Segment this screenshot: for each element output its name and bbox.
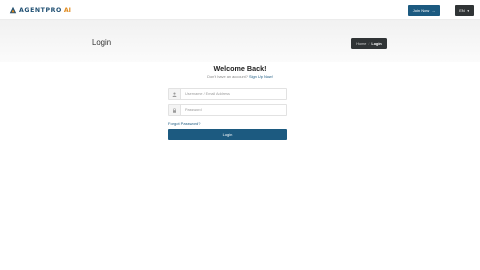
- top-navbar: AGENTPRO AI Join Now → EN ▼: [0, 0, 480, 20]
- logo-mark-icon: [9, 6, 17, 14]
- login-button[interactable]: Login: [168, 129, 287, 140]
- brand-logo[interactable]: AGENTPRO AI: [9, 5, 71, 15]
- brand-name: AGENTPRO: [19, 6, 62, 14]
- arrow-right-icon: →: [431, 8, 436, 13]
- page-title: Login: [92, 38, 112, 47]
- password-input[interactable]: [181, 105, 281, 115]
- username-field: [168, 88, 287, 100]
- welcome-heading: Welcome Back!: [213, 64, 267, 73]
- breadcrumb-current: Login: [371, 41, 382, 46]
- language-label: EN: [459, 8, 465, 13]
- signup-prompt-text: Don't have an account?: [207, 74, 248, 79]
- username-input[interactable]: [181, 89, 281, 99]
- language-dropdown[interactable]: EN ▼: [455, 5, 474, 16]
- lock-icon: [169, 105, 181, 115]
- page-header-band: [0, 20, 480, 62]
- join-now-button[interactable]: Join Now →: [408, 5, 440, 16]
- password-field: [168, 104, 287, 116]
- breadcrumb-separator: /: [368, 41, 370, 46]
- forgot-password-link[interactable]: Forgot Password?: [168, 121, 200, 126]
- chevron-down-icon: ▼: [466, 8, 470, 13]
- signup-link[interactable]: Sign Up Now!: [249, 74, 273, 79]
- brand-suffix: AI: [63, 6, 71, 14]
- join-now-label: Join Now: [412, 8, 430, 13]
- breadcrumb: Home / Login: [351, 38, 387, 49]
- signup-prompt: Don't have an account? Sign Up Now!: [0, 74, 480, 79]
- user-icon: [169, 89, 181, 99]
- breadcrumb-home-link[interactable]: Home: [356, 42, 366, 46]
